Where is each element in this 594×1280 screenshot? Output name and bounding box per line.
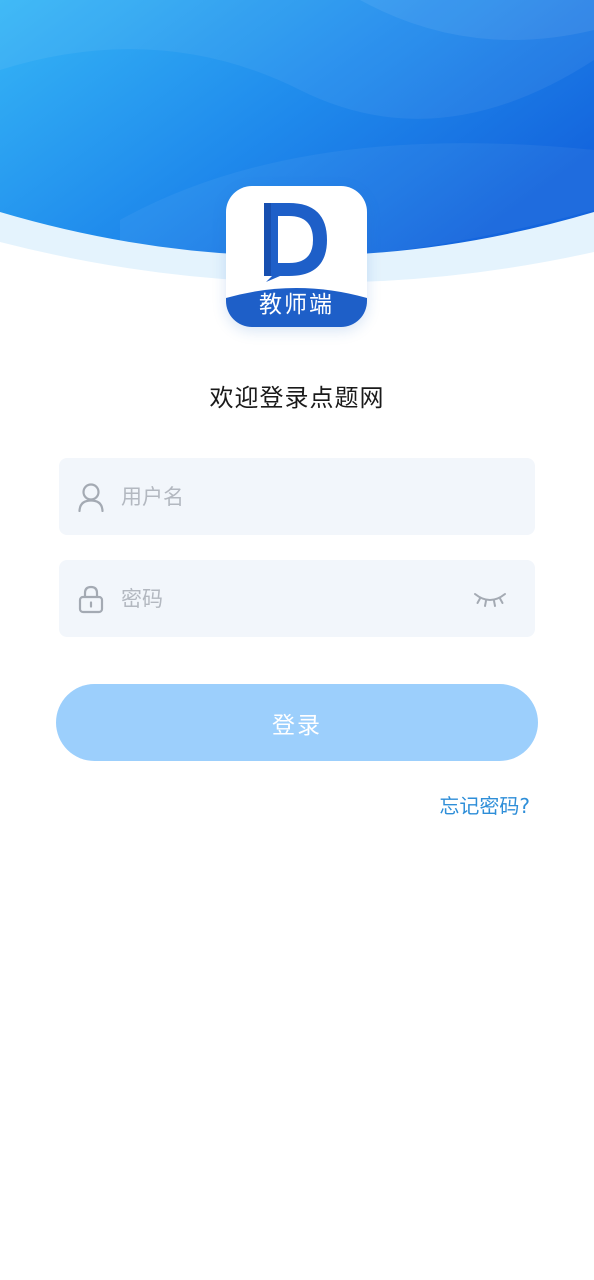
eye-closed-icon[interactable]: [473, 588, 507, 610]
lock-icon: [78, 585, 104, 614]
user-icon: [78, 483, 104, 512]
welcome-title: 欢迎登录点题网: [209, 384, 385, 412]
password-input[interactable]: [121, 560, 461, 637]
login-button[interactable]: 登录: [56, 684, 538, 761]
app-logo: 教师端: [226, 186, 367, 327]
username-input[interactable]: [121, 458, 461, 535]
password-field[interactable]: [59, 560, 535, 637]
login-page: 教师端 欢迎登录点题网 登录 忘记密码?: [0, 0, 594, 1280]
username-field[interactable]: [59, 458, 535, 535]
forgot-password-link[interactable]: 忘记密码?: [439, 790, 530, 819]
teacher-badge-label: 教师端: [259, 292, 334, 318]
